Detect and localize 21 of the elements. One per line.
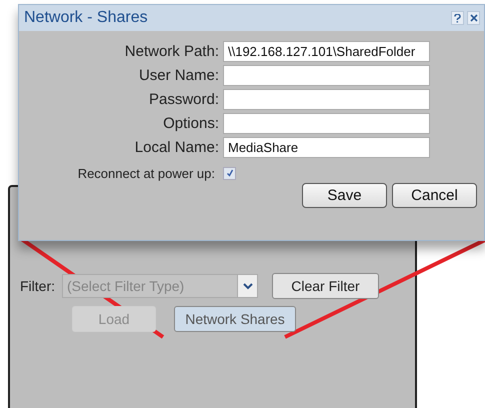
field-label: Local Name: [134, 139, 219, 156]
close-icon[interactable] [467, 11, 480, 25]
text-field[interactable] [223, 113, 430, 134]
cancel-button[interactable]: Cancel [392, 183, 477, 208]
text-field[interactable]: \\192.168.127.101\SharedFolder [223, 41, 430, 62]
reconnect-label: Reconnect at power up: [76, 166, 216, 180]
field-label: Network Path: [124, 43, 219, 60]
text-field[interactable] [223, 89, 430, 110]
save-button[interactable]: Save [302, 183, 387, 208]
field-label: Options: [162, 115, 219, 132]
reconnect-checkbox[interactable] [223, 166, 236, 180]
field-label: Password: [148, 91, 219, 108]
network-shares-button[interactable]: Network Shares [174, 306, 296, 332]
text-field[interactable] [223, 65, 430, 86]
text-field[interactable]: MediaShare [223, 137, 430, 158]
field-label: User Name: [138, 67, 219, 84]
help-icon[interactable] [451, 11, 464, 25]
dialog-title: Network - Shares [24, 9, 149, 27]
clear-filter-button[interactable]: Clear Filter [272, 273, 379, 299]
checkmark-icon [226, 169, 234, 177]
filter-label: Filter: [20, 278, 56, 294]
